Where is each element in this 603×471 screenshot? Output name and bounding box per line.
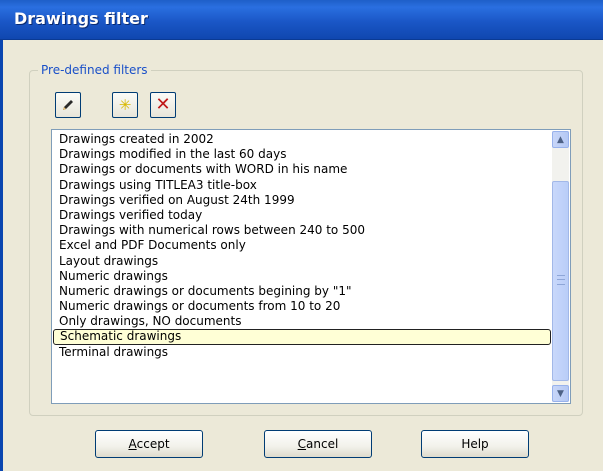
cancel-button[interactable]: Cancel — [264, 430, 372, 458]
list-item[interactable]: Drawings or documents with WORD in his n… — [52, 162, 552, 177]
list-item[interactable]: Numeric drawings — [52, 269, 552, 284]
accept-hotkey: A — [128, 437, 137, 451]
new-filter-button[interactable]: ✳ — [112, 92, 138, 118]
red-x-delete-icon: ✕ — [155, 94, 171, 115]
edit-filter-button[interactable] — [55, 92, 81, 118]
cancel-label: ancel — [306, 437, 339, 451]
scroll-up-button[interactable]: ▲ — [552, 131, 569, 148]
scroll-down-button[interactable]: ▼ — [552, 385, 569, 402]
list-item[interactable]: Numeric drawings or documents from 10 to… — [52, 299, 552, 314]
chevron-up-icon: ▲ — [557, 134, 564, 145]
list-item[interactable]: Layout drawings — [52, 254, 552, 269]
list-item[interactable]: Drawings verified today — [52, 208, 552, 223]
help-button[interactable]: Help — [421, 430, 529, 458]
grip-icon — [557, 275, 565, 285]
list-item[interactable]: Drawings with numerical rows between 240… — [52, 223, 552, 238]
list-item[interactable]: Drawings modified in the last 60 days — [52, 147, 552, 162]
delete-filter-button[interactable]: ✕ — [150, 92, 176, 118]
list-item[interactable]: Drawings using TITLEA3 title-box — [52, 178, 552, 193]
scroll-thumb[interactable] — [552, 181, 569, 381]
pencil-icon — [63, 100, 73, 110]
help-label: Help — [461, 437, 489, 451]
group-label: Pre-defined filters — [38, 63, 151, 77]
window-title: Drawings filter — [14, 9, 148, 28]
vertical-scrollbar[interactable]: ▲ ▼ — [552, 131, 569, 402]
list-item[interactable]: Schematic drawings — [53, 329, 551, 345]
filters-list: Drawings created in 2002 Drawings modifie… — [52, 132, 552, 360]
list-item[interactable]: Terminal drawings — [52, 345, 552, 360]
list-item[interactable]: Excel and PDF Documents only — [52, 238, 552, 253]
sparkle-new-icon: ✳ — [118, 95, 132, 114]
list-item[interactable]: Drawings created in 2002 — [52, 132, 552, 147]
list-item[interactable]: Drawings verified on August 24th 1999 — [52, 193, 552, 208]
list-item[interactable]: Only drawings, NO documents — [52, 314, 552, 329]
accept-label: ccept — [136, 437, 170, 451]
accept-button[interactable]: Accept — [95, 430, 203, 458]
cancel-hotkey: C — [297, 437, 307, 451]
filters-listbox[interactable]: Drawings created in 2002 Drawings modifie… — [51, 129, 571, 404]
title-bar: Drawings filter — [0, 0, 603, 40]
chevron-down-icon: ▼ — [557, 388, 564, 399]
list-item[interactable]: Numeric drawings or documents begining b… — [52, 284, 552, 299]
